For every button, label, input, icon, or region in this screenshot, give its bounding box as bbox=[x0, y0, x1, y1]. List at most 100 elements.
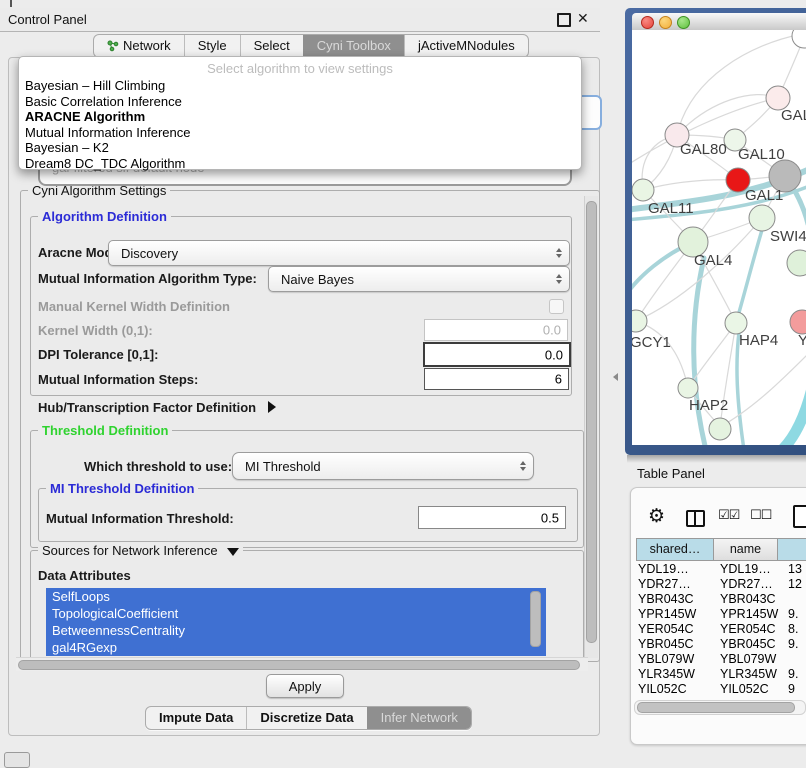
network-node[interactable] bbox=[725, 312, 747, 334]
algorithm-option[interactable]: Dream8 DC_TDC Algorithm bbox=[21, 156, 579, 172]
tab-select[interactable]: Select bbox=[240, 35, 303, 57]
column-header-name[interactable]: name bbox=[713, 538, 778, 561]
network-node-label: GAL11 bbox=[648, 200, 694, 217]
settings-hscrollbar[interactable] bbox=[16, 657, 588, 671]
control-panel-titlebar: Control Panel ✕ bbox=[0, 8, 600, 32]
algorithm-option[interactable]: ARACNE Algorithm bbox=[21, 109, 579, 125]
corner-button[interactable] bbox=[4, 752, 30, 768]
network-node[interactable] bbox=[787, 250, 806, 276]
table-cell: YER054C bbox=[720, 622, 784, 637]
column-header-shared-name[interactable]: shared… bbox=[636, 538, 714, 561]
network-edge[interactable] bbox=[720, 352, 806, 427]
tab-network[interactable]: Network bbox=[94, 35, 184, 57]
deselect-all-icon[interactable]: ☐☐ bbox=[750, 508, 771, 523]
network-edge[interactable] bbox=[643, 180, 738, 190]
algorithm-option[interactable]: Bayesian – Hill Climbing bbox=[21, 78, 579, 94]
control-panel-tabbar: Network Style Select Cyni Toolbox jActiv… bbox=[93, 34, 529, 58]
top-edge-tick bbox=[10, 0, 12, 7]
table-panel-title: Table Panel bbox=[637, 466, 705, 481]
network-node[interactable] bbox=[678, 378, 698, 398]
attribute-list-item[interactable]: TopologicalCoefficient bbox=[46, 605, 546, 622]
algorithm-option[interactable]: Mutual Information Inference bbox=[21, 125, 579, 141]
tab-discretize-data[interactable]: Discretize Data bbox=[246, 707, 366, 729]
zoom-traffic-light[interactable] bbox=[677, 16, 690, 29]
splitter-grip-icon[interactable] bbox=[613, 373, 618, 381]
network-node-label: GAL4 bbox=[694, 252, 732, 269]
table-cell: YBR045C bbox=[630, 637, 720, 652]
tab-impute-data[interactable]: Impute Data bbox=[146, 707, 246, 729]
attribute-list-item[interactable]: BetweennessCentrality bbox=[46, 622, 546, 639]
table-cell: YBL079W bbox=[720, 652, 784, 667]
aracne-mode-combo[interactable]: Discovery bbox=[108, 240, 570, 266]
hub-definition-disclosure[interactable]: Hub/Transcription Factor Definition bbox=[38, 400, 276, 415]
data-attributes-list[interactable]: SelfLoopsTopologicalCoefficientBetweenne… bbox=[46, 588, 546, 656]
gear-icon[interactable]: ⚙ bbox=[648, 505, 665, 527]
attribute-list-item[interactable]: SelfLoops bbox=[46, 588, 546, 605]
algorithm-options: Bayesian – Hill ClimbingBasic Correlatio… bbox=[21, 78, 579, 171]
float-window-icon[interactable] bbox=[557, 13, 571, 27]
select-all-icon[interactable]: ☑☑ bbox=[718, 508, 739, 523]
attributes-list-scrollbar[interactable] bbox=[530, 591, 541, 647]
sources-group-title[interactable]: Sources for Network Inference bbox=[38, 543, 243, 558]
table-hscrollbar[interactable] bbox=[634, 700, 806, 715]
table-row[interactable]: YDL19…YDL19…13 bbox=[630, 562, 806, 577]
table-cell: YBR043C bbox=[630, 592, 720, 607]
table-cell: YDL19… bbox=[720, 562, 784, 577]
table-row[interactable]: YLR345WYLR345W9. bbox=[630, 667, 806, 682]
network-window-titlebar[interactable] bbox=[632, 13, 806, 31]
network-node[interactable] bbox=[790, 310, 806, 334]
attribute-list-item[interactable]: gal4RGexp bbox=[46, 639, 546, 656]
table-row[interactable]: YER054CYER054C8. bbox=[630, 622, 806, 637]
tab-style[interactable]: Style bbox=[184, 35, 240, 57]
table-row[interactable]: YPR145WYPR145W9. bbox=[630, 607, 806, 622]
close-traffic-light[interactable] bbox=[641, 16, 654, 29]
file-icon[interactable] bbox=[793, 505, 806, 528]
mi-threshold-field[interactable]: 0.5 bbox=[418, 506, 566, 529]
algorithm-dropdown-list: Select algorithm to view settings Bayesi… bbox=[18, 56, 582, 170]
network-node-label: HAP4 bbox=[739, 332, 778, 349]
table-row[interactable]: YBR045CYBR045C9. bbox=[630, 637, 806, 652]
network-edge[interactable] bbox=[636, 321, 688, 388]
disclosure-right-icon bbox=[268, 401, 276, 413]
apply-button[interactable]: Apply bbox=[266, 674, 344, 698]
network-edge[interactable] bbox=[736, 230, 762, 323]
collapse-down-icon bbox=[227, 548, 239, 556]
table-row[interactable]: YIL052CYIL052C9 bbox=[630, 682, 806, 695]
tab-jactivemnodules[interactable]: jActiveMNodules bbox=[404, 35, 528, 57]
mi-steps-field[interactable]: 6 bbox=[424, 368, 569, 390]
network-node[interactable] bbox=[632, 310, 647, 332]
table-cell: 9. bbox=[784, 637, 798, 652]
network-edge[interactable] bbox=[782, 370, 806, 445]
table-row[interactable]: YBR043CYBR043C bbox=[630, 592, 806, 607]
algorithm-placeholder: Select algorithm to view settings bbox=[19, 61, 581, 76]
algorithm-option[interactable]: Basic Correlation Inference bbox=[21, 94, 579, 110]
tab-infer-network[interactable]: Infer Network bbox=[367, 707, 471, 729]
minimize-traffic-light[interactable] bbox=[659, 16, 672, 29]
table-cell bbox=[784, 592, 788, 607]
which-threshold-combo[interactable]: MI Threshold bbox=[232, 452, 534, 480]
settings-scrollbar[interactable] bbox=[584, 196, 598, 658]
column-view-icon[interactable] bbox=[686, 510, 705, 527]
table-cell: YLR345W bbox=[630, 667, 720, 682]
network-node[interactable] bbox=[709, 418, 731, 440]
network-canvas[interactable]: GALGAL80GAL10GAL1GAL11SWI4GAL4GCY1HAP4YH… bbox=[632, 30, 806, 445]
table-cell: YDL19… bbox=[630, 562, 720, 577]
threshold-definition-title: Threshold Definition bbox=[38, 423, 172, 438]
dpi-tolerance-field[interactable]: 0.0 bbox=[423, 342, 571, 367]
column-header-cut[interactable] bbox=[777, 538, 806, 561]
kernel-width-field[interactable]: 0.0 bbox=[424, 319, 568, 341]
table-rows: YDL19…YDL19…13YDR27…YDR27…12YBR043CYBR04… bbox=[630, 562, 806, 695]
mi-threshold-group-title: MI Threshold Definition bbox=[46, 481, 198, 496]
tab-cyni-toolbox[interactable]: Cyni Toolbox bbox=[303, 35, 404, 57]
network-edge[interactable] bbox=[694, 258, 706, 445]
table-row[interactable]: YBL079WYBL079W bbox=[630, 652, 806, 667]
network-node[interactable] bbox=[632, 179, 654, 201]
network-node[interactable] bbox=[792, 30, 806, 48]
network-node-label: Y bbox=[798, 332, 806, 349]
combo-arrows-icon bbox=[520, 461, 526, 471]
algorithm-option[interactable]: Bayesian – K2 bbox=[21, 140, 579, 156]
mi-type-combo[interactable]: Naive Bayes bbox=[268, 266, 570, 292]
manual-kernel-checkbox[interactable] bbox=[549, 299, 564, 314]
table-row[interactable]: YDR27…YDR27…12 bbox=[630, 577, 806, 592]
close-icon[interactable]: ✕ bbox=[577, 10, 589, 27]
